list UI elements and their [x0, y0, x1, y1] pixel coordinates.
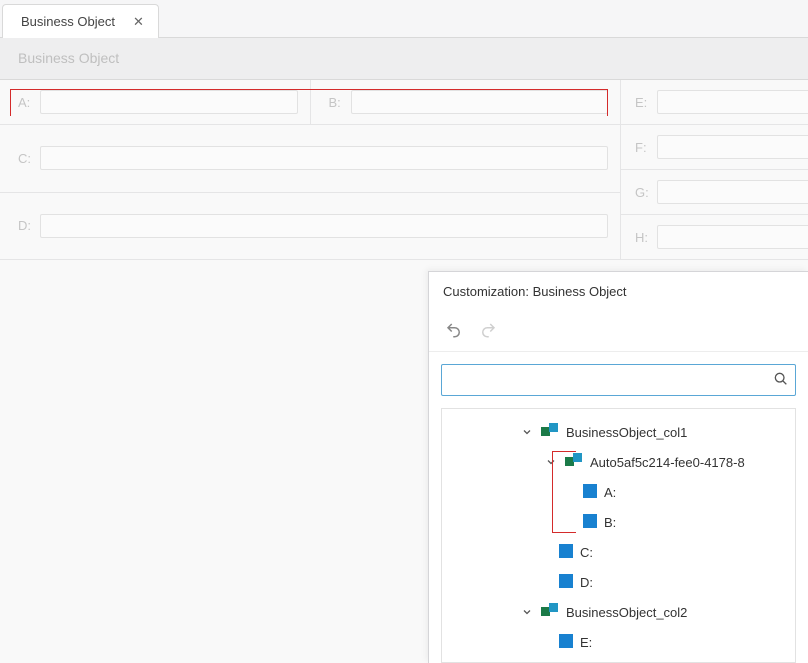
- field-b: B:: [311, 80, 621, 125]
- redo-icon: [479, 321, 497, 339]
- tree-node-item-d[interactable]: D:: [442, 567, 795, 597]
- tab-bar: Business Object ✕: [0, 0, 808, 38]
- tree-label: E:: [580, 635, 592, 650]
- item-icon: [582, 483, 598, 502]
- tree-scroll[interactable]: BusinessObject_col1 Auto5af5c214-fee0-41…: [442, 409, 795, 662]
- field-g-input[interactable]: [657, 180, 808, 204]
- search-icon: [773, 371, 789, 390]
- field-c-label: C:: [18, 151, 34, 166]
- field-f-label: F:: [635, 140, 651, 155]
- group-icon: [564, 451, 584, 474]
- tree-label: BusinessObject_col2: [566, 605, 687, 620]
- close-icon[interactable]: ✕: [133, 15, 144, 28]
- tree-node-col1[interactable]: BusinessObject_col1: [442, 417, 795, 447]
- search-input[interactable]: [450, 365, 773, 395]
- redo-button[interactable]: [477, 319, 499, 341]
- tree-label: B:: [604, 515, 616, 530]
- field-d-label: D:: [18, 218, 34, 233]
- search-field[interactable]: [441, 364, 796, 396]
- field-g-label: G:: [635, 185, 651, 200]
- group-icon: [540, 421, 560, 444]
- field-h: H:: [620, 215, 808, 260]
- item-icon: [558, 543, 574, 562]
- tab-business-object[interactable]: Business Object ✕: [2, 4, 159, 38]
- popup-title: Customization: Business Object: [429, 272, 808, 313]
- page-title: Business Object: [18, 50, 119, 66]
- item-icon: [558, 633, 574, 652]
- form-area: A: B: C: D: E: F: G:: [0, 80, 808, 260]
- tree-label: A:: [604, 485, 616, 500]
- tree-node-item-e[interactable]: E:: [442, 627, 795, 657]
- field-b-input[interactable]: [351, 90, 609, 114]
- page-header: Business Object: [0, 38, 808, 80]
- field-e-label: E:: [635, 95, 651, 110]
- field-h-input[interactable]: [657, 225, 808, 249]
- field-a-input[interactable]: [40, 90, 298, 114]
- item-icon: [558, 573, 574, 592]
- popup-toolbar: [429, 313, 808, 351]
- field-e-input[interactable]: [657, 90, 808, 114]
- chevron-down-icon[interactable]: [520, 606, 534, 618]
- undo-icon: [445, 321, 463, 339]
- tree-container: BusinessObject_col1 Auto5af5c214-fee0-41…: [441, 408, 796, 663]
- tree-node-item-a[interactable]: A:: [442, 477, 795, 507]
- field-d: D:: [0, 193, 620, 261]
- form-row-ab: A: B:: [0, 80, 620, 125]
- customization-popup: Customization: Business Object: [428, 271, 808, 663]
- chevron-down-icon[interactable]: [544, 456, 558, 468]
- undo-button[interactable]: [443, 319, 465, 341]
- field-c-input[interactable]: [40, 146, 608, 170]
- tree-label: D:: [580, 575, 593, 590]
- chevron-down-icon[interactable]: [520, 426, 534, 438]
- tree-label: BusinessObject_col1: [566, 425, 687, 440]
- item-icon: [582, 513, 598, 532]
- group-icon: [540, 601, 560, 624]
- field-d-input[interactable]: [40, 214, 608, 238]
- field-a: A:: [0, 80, 311, 125]
- field-b-label: B:: [329, 95, 345, 110]
- popup-body: BusinessObject_col1 Auto5af5c214-fee0-41…: [429, 351, 808, 663]
- form-col-right: E: F: G: H:: [620, 80, 808, 260]
- tree-node-col1-group[interactable]: Auto5af5c214-fee0-4178-8: [442, 447, 795, 477]
- tab-label: Business Object: [21, 14, 115, 29]
- field-f: F:: [620, 125, 808, 170]
- tree-label: C:: [580, 545, 593, 560]
- tree-label: Auto5af5c214-fee0-4178-8: [590, 455, 745, 470]
- tree-node-item-b[interactable]: B:: [442, 507, 795, 537]
- field-f-input[interactable]: [657, 135, 808, 159]
- field-c: C:: [0, 125, 620, 193]
- field-a-label: A:: [18, 95, 34, 110]
- field-g: G:: [620, 170, 808, 215]
- field-h-label: H:: [635, 230, 651, 245]
- tree-node-item-c[interactable]: C:: [442, 537, 795, 567]
- tree-node-col2[interactable]: BusinessObject_col2: [442, 597, 795, 627]
- form-col-left: A: B: C: D:: [0, 80, 620, 260]
- field-e: E:: [620, 80, 808, 125]
